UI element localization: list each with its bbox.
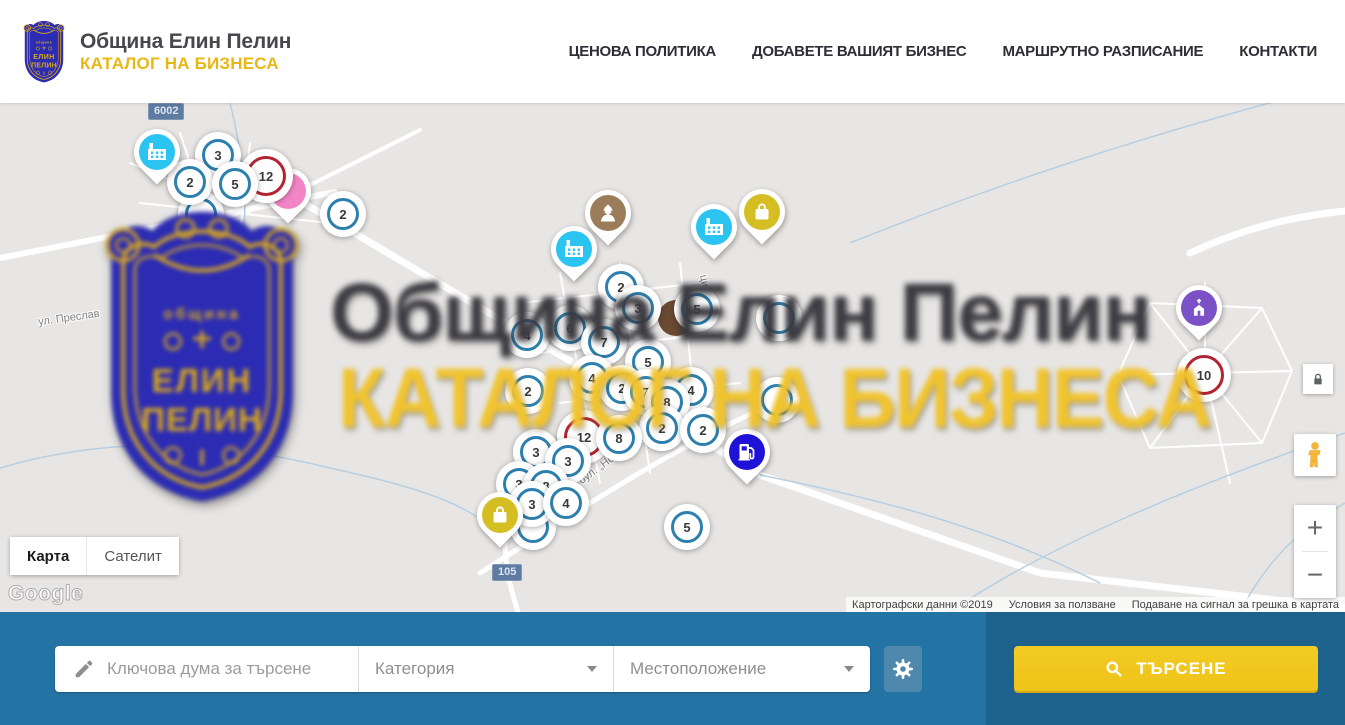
nav-item-1[interactable]: ДОБАВЕТЕ ВАШИЯТ БИЗНЕС xyxy=(752,43,966,60)
cluster-marker[interactable]: 2 xyxy=(505,368,551,414)
cluster-marker[interactable] xyxy=(756,295,802,341)
nav-item-2[interactable]: МАРШРУТНО РАЗПИСАНИЕ xyxy=(1002,43,1203,60)
gear-icon xyxy=(891,657,915,681)
fuel-icon xyxy=(729,434,765,470)
cluster-marker[interactable]: 3 xyxy=(615,285,661,331)
keyword-field[interactable] xyxy=(55,646,358,692)
search-button-label: ТЪРСЕНЕ xyxy=(1136,659,1226,679)
map-type-map-button[interactable]: Карта xyxy=(10,537,86,575)
report-error-link[interactable]: Подаване на сигнал за грешка в картата xyxy=(1132,599,1339,611)
cluster-marker[interactable]: 5 xyxy=(674,286,720,332)
map-type-control: Карта Сателит xyxy=(10,537,179,575)
lock-icon xyxy=(1310,371,1326,387)
keyword-input[interactable] xyxy=(107,659,344,679)
chevron-down-icon xyxy=(844,666,854,672)
map-canvas[interactable]: 6002105ул. Преславбул. „Новоселци 321252… xyxy=(0,103,1345,612)
attribution-copyright: Картографски данни ©2019 xyxy=(852,599,993,611)
cluster-marker[interactable]: 10 xyxy=(1177,348,1231,402)
cluster-marker[interactable]: 5 xyxy=(664,504,710,550)
advanced-search-button[interactable] xyxy=(884,646,922,692)
lock-control-button[interactable] xyxy=(1303,364,1333,394)
site-subtitle: КАТАЛОГ НА БИЗНЕСА xyxy=(80,54,291,74)
pencil-icon xyxy=(73,658,95,680)
factory-icon xyxy=(556,231,592,267)
bag-icon xyxy=(744,194,780,230)
cluster-marker[interactable]: 2 xyxy=(680,407,726,453)
bag-icon xyxy=(482,497,518,533)
site-logo[interactable]: Община Елин Пелин КАТАЛОГ НА БИЗНЕСА xyxy=(20,21,291,83)
road-number-label: 6002 xyxy=(148,103,184,120)
search-bar: Категория Местоположение xyxy=(0,612,1345,725)
road-number-label: 105 xyxy=(492,564,522,581)
location-select[interactable]: Местоположение xyxy=(613,646,870,692)
location-select-label: Местоположение xyxy=(630,659,766,679)
pegman-control[interactable] xyxy=(1294,434,1336,476)
search-submit-section: ТЪРСЕНЕ xyxy=(986,612,1345,725)
main-nav: ЦЕНОВА ПОЛИТИКА ДОБАВЕТЕ ВАШИЯТ БИЗНЕС МАР… xyxy=(569,43,1317,60)
page: община ЕЛИН ПЕЛИН Община Елин Пелин КАТА… xyxy=(0,0,1345,725)
map-type-satellite-button[interactable]: Сателит xyxy=(86,537,179,575)
search-button[interactable]: ТЪРСЕНЕ xyxy=(1014,646,1318,691)
factory-icon xyxy=(696,209,732,245)
map-attribution: Картографски данни ©2019 Условия за полз… xyxy=(846,597,1345,612)
cluster-marker[interactable]: 4 xyxy=(543,480,589,526)
cluster-marker[interactable]: 2 xyxy=(320,191,366,237)
search-icon xyxy=(1104,659,1124,679)
church-icon xyxy=(1181,290,1217,326)
header: Община Елин Пелин КАТАЛОГ НА БИЗНЕСА ЦЕН… xyxy=(0,0,1345,103)
factory-icon xyxy=(139,134,175,170)
zoom-control: + − xyxy=(1294,505,1336,598)
municipality-crest-icon xyxy=(20,21,68,83)
terms-link[interactable]: Условия за ползване xyxy=(1009,599,1116,611)
search-fields-section: Категория Местоположение xyxy=(0,612,986,725)
nav-item-3[interactable]: КОНТАКТИ xyxy=(1239,43,1317,60)
site-title: Община Елин Пелин xyxy=(80,30,291,54)
worker-icon xyxy=(590,195,626,231)
category-select[interactable]: Категория xyxy=(358,646,613,692)
chevron-down-icon xyxy=(587,666,597,672)
nav-item-0[interactable]: ЦЕНОВА ПОЛИТИКА xyxy=(569,43,716,60)
cluster-marker[interactable]: 4 xyxy=(504,312,550,358)
cluster-marker[interactable]: 2 xyxy=(639,405,685,451)
zoom-out-button[interactable]: − xyxy=(1294,552,1336,598)
category-select-label: Категория xyxy=(375,659,454,679)
cluster-marker[interactable]: 8 xyxy=(596,415,642,461)
pegman-icon xyxy=(1303,441,1327,469)
zoom-in-button[interactable]: + xyxy=(1294,505,1336,551)
google-logo[interactable]: Google xyxy=(8,582,83,606)
cluster-marker[interactable]: 5 xyxy=(212,161,258,207)
cluster-marker[interactable] xyxy=(754,377,800,423)
